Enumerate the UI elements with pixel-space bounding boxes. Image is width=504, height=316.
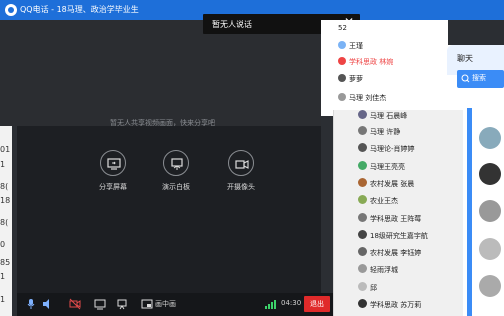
strip-text: 8( (0, 218, 9, 227)
strip-text: 1 (0, 272, 6, 281)
search-box[interactable]: 搜索 (457, 70, 504, 88)
camera-off-icon[interactable] (69, 298, 81, 310)
strip-text: 1 (0, 160, 6, 169)
avatar[interactable] (479, 163, 501, 185)
window-title: QQ电话 - 18马理、政治学毕业生 (20, 5, 139, 14)
strip-text: 8( (0, 182, 9, 191)
list-item[interactable]: 52 (338, 24, 347, 32)
member-item[interactable]: 学科思政 苏万莉 (358, 299, 421, 310)
member-name: 学科思政 王阵莓 (370, 215, 422, 223)
member-item[interactable]: 邱 (358, 282, 377, 293)
member-item[interactable]: 农业王杰 (358, 195, 398, 206)
avatar (358, 195, 367, 204)
member-list-panel: 马理 石晨峰 马理 许静 马理论-肖婷婷 马理王亮亮 农村发展 张晨 农业王杰 … (333, 110, 463, 316)
toast-message: 暂无人说话 (212, 20, 252, 29)
video-area-top (0, 20, 321, 126)
share-screen-button[interactable]: 分享屏幕 (83, 150, 143, 192)
avatar (358, 282, 367, 291)
member-name: 邱 (370, 284, 377, 292)
contact-name: 52 (338, 24, 347, 32)
strip-text: 0 (0, 240, 6, 249)
avatar (338, 57, 346, 65)
member-item[interactable]: 轻雨浮城 (358, 264, 398, 275)
member-item[interactable]: 马理 许静 (358, 126, 400, 137)
whiteboard-icon (163, 150, 189, 176)
whiteboard-button[interactable]: 演示白板 (146, 150, 206, 192)
list-item[interactable]: 学科思政 林婉 (338, 57, 393, 67)
strip-text: 1 (0, 295, 6, 304)
avatar (358, 110, 367, 119)
list-item[interactable]: 马理 刘佳杰 (338, 93, 386, 103)
whiteboard-label: 演示白板 (162, 183, 190, 191)
pip-label[interactable]: 画中画 (155, 299, 176, 309)
whiteboard-small-icon[interactable] (116, 298, 128, 310)
microphone-icon[interactable] (25, 298, 37, 310)
call-duration: 04:30 (281, 299, 302, 307)
contact-name: 学科思政 林婉 (349, 58, 394, 66)
picture-in-picture-icon[interactable] (141, 298, 153, 310)
member-name: 轻雨浮城 (370, 266, 398, 274)
member-item[interactable]: 马理 石晨峰 (358, 110, 407, 121)
avatar (358, 299, 367, 308)
camera-label: 开摄像头 (227, 183, 255, 191)
avatar (338, 41, 346, 49)
qq-call-window: 01 1 8( 18 8( 0 85 1 1 翻 QQ电话 - 18马理、政治学… (0, 0, 504, 316)
chat-header-title: 聊天 (457, 54, 473, 63)
member-name: 农村发展 张晨 (370, 180, 415, 188)
avatar[interactable] (479, 200, 501, 222)
signal-strength-icon (265, 300, 276, 309)
member-item[interactable]: 学科思政 王阵莓 (358, 213, 421, 224)
member-item[interactable]: 农村发展 张晨 (358, 178, 414, 189)
search-icon (461, 74, 470, 83)
strip-text: 01 (0, 145, 11, 154)
avatar[interactable] (479, 127, 501, 149)
share-screen-small-icon[interactable] (94, 298, 106, 310)
avatar (358, 161, 367, 170)
member-item[interactable]: 马理论-肖婷婷 (358, 143, 415, 154)
group-contact-list: 52 王瑾 学科思政 林婉 萝萝 马理 刘佳杰 (321, 20, 448, 116)
member-name: 马理 石晨峰 (370, 112, 408, 120)
member-name: 18级研究生嘉宇航 (370, 232, 428, 240)
camera-icon (228, 150, 254, 176)
avatar[interactable] (479, 275, 501, 297)
member-name: 学科思政 苏万莉 (370, 301, 422, 309)
share-screen-icon (100, 150, 126, 176)
avatar (358, 230, 367, 239)
member-item[interactable]: 马理王亮亮 (358, 161, 405, 172)
avatar (358, 213, 367, 222)
member-name: 马理王亮亮 (370, 163, 405, 171)
avatar[interactable] (479, 238, 501, 260)
contact-name: 王瑾 (349, 42, 363, 50)
member-item[interactable]: 农村发展 李钰婷 (358, 247, 421, 258)
avatar (358, 126, 367, 135)
member-name: 农业王杰 (370, 197, 398, 205)
avatar (358, 247, 367, 256)
camera-button[interactable]: 开摄像头 (211, 150, 271, 192)
call-control-bar: 画中画 04:30 退出 (17, 293, 333, 316)
avatar (358, 178, 367, 187)
contact-name: 马理 刘佳杰 (349, 94, 387, 102)
strip-text: 18 (0, 196, 11, 205)
exit-call-button[interactable]: 退出 (304, 296, 330, 312)
search-label: 搜索 (472, 74, 486, 82)
strip-text: 85 (0, 258, 11, 267)
avatar (338, 74, 346, 82)
list-item[interactable]: 萝萝 (338, 74, 363, 84)
member-item[interactable]: 18级研究生嘉宇航 (358, 230, 428, 241)
member-name: 马理 许静 (370, 128, 401, 136)
share-hint: 暂无人共享视频画面，快来分享吧 (110, 119, 215, 127)
chat-sidebar (467, 108, 472, 316)
list-item[interactable]: 王瑾 (338, 41, 363, 51)
qq-call-logo-icon (5, 4, 17, 16)
share-screen-label: 分享屏幕 (99, 183, 127, 191)
avatar (338, 93, 346, 101)
member-name: 马理论-肖婷婷 (370, 145, 415, 153)
avatar (358, 143, 367, 152)
speaker-icon[interactable] (41, 298, 53, 310)
member-name: 农村发展 李钰婷 (370, 249, 422, 257)
contact-name: 萝萝 (349, 75, 363, 83)
avatar (358, 264, 367, 273)
